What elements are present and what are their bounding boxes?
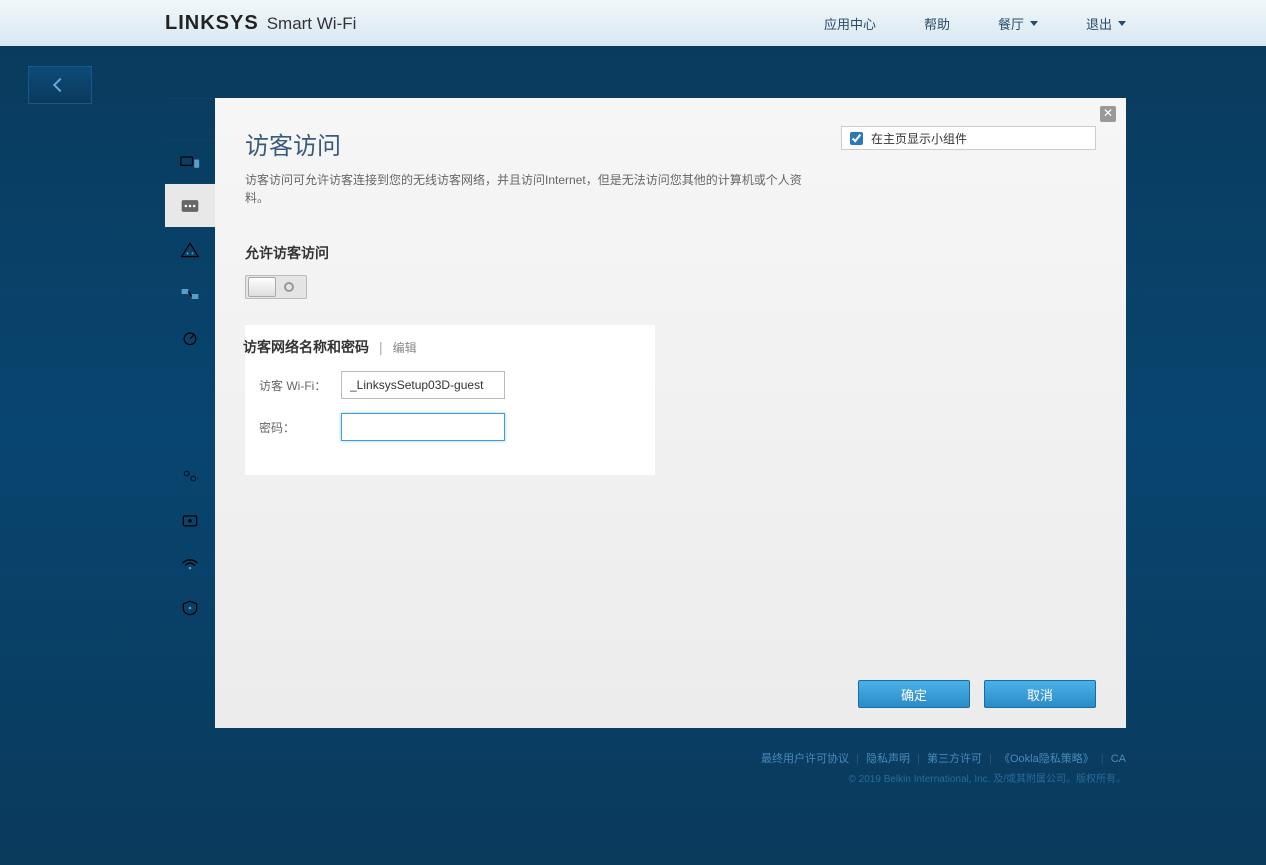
footer-eula[interactable]: 最终用户许可协议 [761, 753, 849, 765]
devices-icon [180, 154, 200, 170]
nav-logout[interactable]: 退出 [1086, 14, 1126, 33]
nav-apps[interactable]: 应用中心 [824, 14, 876, 33]
toggle-knob [248, 277, 276, 297]
chevron-down-icon [1118, 21, 1126, 26]
password-input[interactable] [341, 413, 505, 441]
storage-icon [180, 512, 200, 528]
panel-footer: 确定 取消 [245, 656, 1096, 708]
page-footer: 最终用户许可协议 | 隐私声明 | 第三方许可 | 《Ookla隐私策略》 | … [761, 750, 1126, 785]
product-name: Smart Wi-Fi [267, 14, 357, 34]
sidebar-item-priority[interactable] [165, 272, 215, 316]
page-title: 访客访问 [245, 126, 341, 161]
nav-logout-label: 退出 [1086, 14, 1112, 33]
collapse-sidebar-button[interactable] [28, 66, 92, 104]
sep: | [856, 753, 859, 765]
credentials-body: 访客 Wi-Fi： 密码： [245, 367, 655, 459]
wifi-name-input[interactable] [341, 371, 505, 399]
sep: | [1101, 753, 1104, 765]
sidebar-item-guest[interactable] [165, 184, 215, 228]
logo: LINKSYS Smart Wi-Fi [165, 12, 356, 35]
footer-third[interactable]: 第三方许可 [927, 753, 982, 765]
footer-privacy[interactable]: 隐私声明 [866, 753, 910, 765]
wifi-icon [180, 556, 200, 572]
speed-icon [180, 330, 200, 346]
content-panel: ✕ 访客访问 在主页显示小组件 访客访问可允许访客连接到您的无线访客网络，并且访… [215, 98, 1126, 728]
ok-button[interactable]: 确定 [858, 680, 970, 708]
show-widget-checkbox-wrap[interactable]: 在主页显示小组件 [841, 126, 1096, 150]
page-description: 访客访问可允许访客连接到您的无线访客网络，并且访问Internet，但是无法访问… [245, 171, 805, 207]
sidebar-item-devices[interactable] [165, 140, 215, 184]
wifi-name-row: 访客 Wi-Fi： [259, 371, 641, 399]
chevron-left-icon [53, 78, 67, 92]
allow-guest-toggle[interactable] [245, 275, 307, 299]
top-nav: 应用中心 帮助 餐厅 退出 [824, 14, 1246, 33]
panel-header: 访客访问 在主页显示小组件 [245, 126, 1096, 171]
parental-icon [180, 242, 200, 258]
show-widget-checkbox[interactable] [850, 132, 863, 145]
sidebar-spacer [165, 98, 215, 140]
credentials-title: 访客网络名称和密码 [243, 337, 369, 357]
nav-dining[interactable]: 餐厅 [998, 14, 1038, 33]
credentials-header: 访客网络名称和密码 | 编辑 [243, 325, 655, 367]
sidebar-item-storage[interactable] [165, 498, 215, 542]
sidebar-item-wifi[interactable] [165, 542, 215, 586]
password-row: 密码： [259, 413, 641, 441]
credentials-box: 访客网络名称和密码 | 编辑 访客 Wi-Fi： 密码： [245, 325, 655, 475]
top-header: LINKSYS Smart Wi-Fi 应用中心 帮助 餐厅 退出 [0, 0, 1266, 46]
password-label: 密码： [259, 419, 331, 436]
brand-name: LINKSYS [165, 12, 259, 35]
sidebar-item-parental[interactable] [165, 228, 215, 272]
divider: | [379, 339, 383, 355]
footer-copyright: © 2019 Belkin International, Inc. 及/或其附属… [761, 770, 1126, 785]
nav-help[interactable]: 帮助 [924, 14, 950, 33]
footer-ookla[interactable]: 《Ookla隐私策略》 [999, 753, 1094, 765]
footer-ca[interactable]: CA [1111, 753, 1126, 765]
close-icon[interactable]: ✕ [1100, 106, 1116, 122]
footer-links: 最终用户许可协议 | 隐私声明 | 第三方许可 | 《Ookla隐私策略》 | … [761, 750, 1126, 766]
allow-guest-title: 允许访客访问 [245, 243, 1096, 263]
wifi-name-label: 访客 Wi-Fi： [259, 377, 331, 394]
priority-icon [180, 286, 200, 302]
toggle-off-indicator [284, 282, 294, 292]
sidebar-item-security[interactable] [165, 586, 215, 630]
sidebar-item-settings[interactable] [165, 454, 215, 498]
sep: | [989, 753, 992, 765]
chevron-down-icon [1030, 21, 1038, 26]
sidebar-item-speed[interactable] [165, 316, 215, 360]
shield-icon [180, 600, 200, 616]
guest-icon [180, 198, 200, 214]
sidebar-divider [165, 360, 215, 454]
edit-link[interactable]: 编辑 [393, 339, 417, 356]
sidebar [165, 98, 215, 865]
nav-dining-label: 餐厅 [998, 14, 1024, 33]
cancel-button[interactable]: 取消 [984, 680, 1096, 708]
gears-icon [180, 468, 200, 484]
sep: | [917, 753, 920, 765]
show-widget-label: 在主页显示小组件 [871, 130, 967, 147]
